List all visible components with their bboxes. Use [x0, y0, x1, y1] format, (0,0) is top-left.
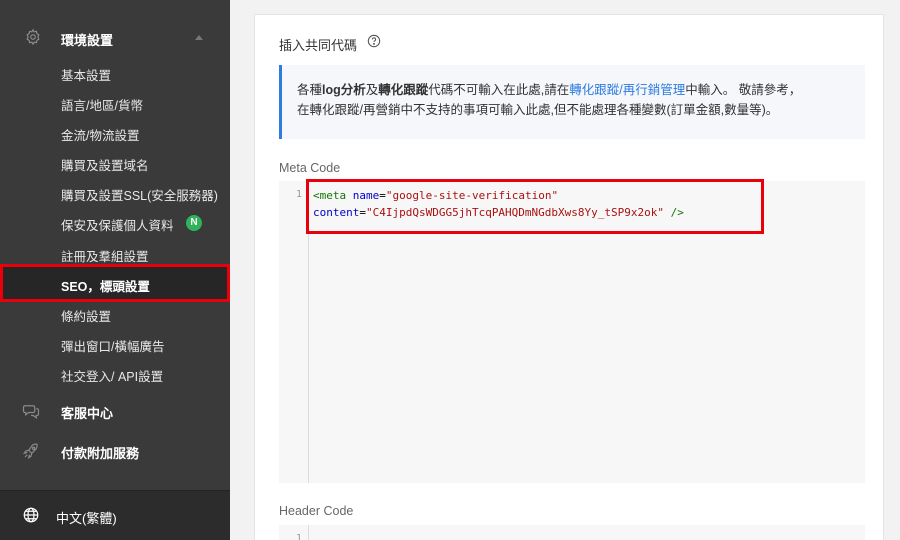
sidebar-section-label: 環境設置: [61, 33, 114, 48]
notice-bold-conversion: 轉化跟蹤: [378, 83, 429, 97]
sidebar-item-social-api[interactable]: 社交登入/ API設置: [0, 360, 230, 388]
sidebar-item-language-region[interactable]: 語言/地區/貨幣: [0, 89, 230, 117]
sidebar-item-label: 保安及保護個人資料: [61, 219, 174, 233]
main-panel: 插入共同代碼 各種log分析及轉化跟蹤代碼不可輸入在此處,請在轉化跟蹤/再行銷管…: [254, 14, 884, 540]
sidebar-item-domain[interactable]: 購買及設置域名: [0, 149, 230, 177]
code-highlight-box: [306, 179, 764, 234]
rocket-icon: [22, 443, 38, 460]
sidebar-item-label: 註冊及羣組設置: [61, 250, 149, 264]
sidebar-item-label: 客服中心: [61, 406, 114, 421]
globe-icon: [23, 507, 39, 523]
sidebar-item-customer-service[interactable]: 客服中心: [0, 396, 230, 426]
gear-icon: [26, 28, 40, 46]
notice-text: 及: [365, 83, 379, 97]
sidebar-item-addon-services[interactable]: 付款附加服務: [0, 436, 230, 466]
sidebar-item-security[interactable]: 保安及保護個人資料 N: [0, 209, 230, 237]
line-number: 1: [295, 189, 302, 200]
sidebar-item-label: SEO，標頭設置: [61, 280, 150, 294]
sidebar: 環境設置 基本設置 語言/地區/貨幣 金流/物流設置 購買及設置域名 購買及設置…: [0, 0, 230, 540]
sidebar-item-ssl[interactable]: 購買及設置SSL(安全服務器): [0, 179, 230, 207]
sidebar-item-seo[interactable]: SEO，標頭設置: [0, 264, 230, 302]
sidebar-item-label: 購買及設置域名: [61, 159, 149, 173]
section-title: 插入共同代碼: [279, 38, 358, 53]
notice-line-2: 在轉化跟蹤/再營銷中不支持的事項可輸入此處,但不能處理各種變數(訂單金額,數量等…: [297, 103, 779, 117]
sidebar-section-settings[interactable]: 環境設置: [0, 22, 230, 54]
sidebar-item-label: 基本設置: [61, 69, 112, 83]
sidebar-item-label: 語言/地區/貨幣: [61, 99, 143, 113]
meta-code-label: Meta Code: [279, 161, 341, 175]
new-badge: N: [186, 215, 202, 231]
sidebar-item-basic[interactable]: 基本設置: [0, 59, 230, 87]
notice-text: 各種: [297, 83, 323, 97]
sidebar-item-label: 彈出窗口/橫幅廣告: [61, 340, 165, 354]
conversion-tracking-link[interactable]: 轉化跟蹤/再行銷管理: [569, 83, 685, 97]
sidebar-item-label: 購買及設置SSL(安全服務器): [61, 189, 218, 203]
language-selector[interactable]: 中文(繁體): [0, 490, 230, 540]
notice-bold-log: log分析: [322, 83, 366, 97]
info-notice: 各種log分析及轉化跟蹤代碼不可輸入在此處,請在轉化跟蹤/再行銷管理中輸入。 敬…: [279, 65, 865, 139]
language-label: 中文(繁體): [56, 511, 117, 526]
sidebar-item-payment-logistics[interactable]: 金流/物流設置: [0, 119, 230, 147]
sidebar-item-label: 社交登入/ API設置: [61, 370, 164, 384]
sidebar-item-label: 條約設置: [61, 310, 112, 324]
notice-text: 代碼不可輸入在此處,請在: [428, 83, 570, 97]
sidebar-item-terms[interactable]: 條約設置: [0, 300, 230, 328]
chevron-up-icon[interactable]: [195, 35, 203, 40]
line-gutter: 1: [279, 181, 309, 483]
sidebar-item-label: 付款附加服務: [61, 446, 140, 461]
chat-icon: [22, 405, 40, 419]
notice-text: 中輸入。 敬請參考，: [685, 83, 802, 97]
line-number: 1: [295, 533, 302, 540]
sidebar-item-label: 金流/物流設置: [61, 129, 140, 143]
sidebar-item-popup-banner[interactable]: 彈出窗口/橫幅廣告: [0, 330, 230, 358]
notice-line-1: 各種log分析及轉化跟蹤代碼不可輸入在此處,請在轉化跟蹤/再行銷管理中輸入。 敬…: [297, 80, 865, 100]
header-code-editor[interactable]: 1: [279, 525, 865, 540]
line-gutter: 1: [279, 525, 309, 540]
help-icon[interactable]: [367, 34, 381, 48]
header-code-label: Header Code: [279, 504, 354, 518]
